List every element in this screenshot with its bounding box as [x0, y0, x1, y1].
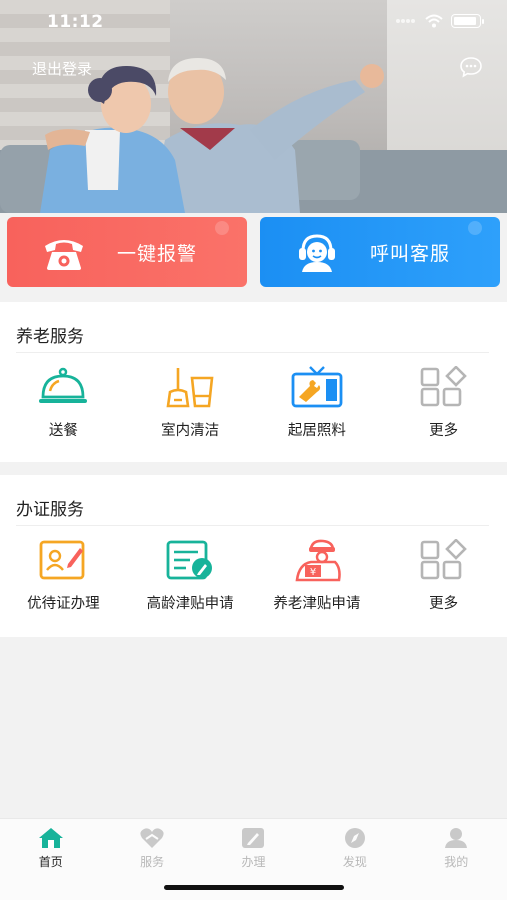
service-item-label: 更多	[429, 596, 459, 612]
status-time: 11:12	[47, 12, 104, 32]
service-item-label: 室内清洁	[161, 423, 220, 439]
logout-button[interactable]: 退出登录	[32, 58, 92, 79]
call-service-label: 呼叫客服	[370, 242, 451, 265]
home-icon	[38, 828, 63, 848]
form-edit-icon	[166, 540, 213, 580]
service-item-label: 起居照料	[287, 423, 346, 439]
cleaning-icon	[166, 368, 214, 408]
call-service-button[interactable]: 呼叫客服	[260, 217, 500, 287]
one-key-alarm-label: 一键报警	[117, 242, 198, 265]
more-grid-icon	[420, 539, 467, 580]
service-item-more[interactable]: 更多	[380, 364, 507, 440]
app-screen: 11:12 退出登录 一键报警 呼叫客服 养老服务 送餐 室内清洁 起居照料 更…	[0, 0, 507, 900]
service-item-label: 优待证办理	[27, 596, 100, 612]
service-grid: 送餐 室内清洁 起居照料 更多	[0, 364, 507, 440]
wifi-icon	[425, 14, 443, 28]
service-item-cleaning[interactable]: 室内清洁	[127, 364, 254, 440]
section-title: 办证服务	[16, 500, 84, 520]
allowance-icon: ¥	[295, 539, 341, 582]
battery-icon	[451, 14, 484, 28]
certificate-grid: 优待证办理 高龄津贴申请 ¥ 养老津贴申请 更多	[0, 537, 507, 613]
section-title: 养老服务	[16, 327, 84, 347]
customer-service-icon	[299, 234, 335, 272]
service-item-pension-allowance[interactable]: ¥ 养老津贴申请	[254, 537, 381, 613]
tab-label: 发现	[342, 855, 367, 869]
more-grid-icon	[420, 366, 467, 407]
service-item-daily-care[interactable]: 起居照料	[254, 364, 381, 440]
user-icon	[445, 828, 468, 848]
certificate-services-card: 办证服务 优待证办理 高龄津贴申请 ¥ 养老津贴申请 更多	[0, 475, 507, 637]
one-key-alarm-button[interactable]: 一键报警	[7, 217, 247, 287]
tv-care-icon	[291, 366, 343, 408]
service-item-label: 高龄津贴申请	[146, 596, 234, 612]
tab-label: 首页	[38, 855, 63, 869]
id-card-icon	[39, 540, 85, 580]
service-item-label: 送餐	[48, 423, 78, 439]
message-icon[interactable]	[459, 55, 483, 79]
svg-text:¥: ¥	[310, 567, 316, 578]
tab-home[interactable]: 首页	[0, 819, 101, 900]
tab-label: 办理	[241, 855, 266, 869]
edit-icon	[242, 828, 265, 848]
service-item-senior-allowance[interactable]: 高龄津贴申请	[127, 537, 254, 613]
service-item-preferential-card[interactable]: 优待证办理	[0, 537, 127, 613]
food-cloche-icon	[39, 367, 88, 403]
tab-mine[interactable]: 我的	[406, 819, 507, 900]
elderly-services-card: 养老服务 送餐 室内清洁 起居照料 更多	[0, 302, 507, 462]
service-item-label: 更多	[429, 423, 459, 439]
tab-label: 服务	[140, 855, 165, 869]
heart-hands-icon	[140, 828, 164, 848]
service-item-more[interactable]: 更多	[380, 537, 507, 613]
tab-label: 我的	[444, 855, 469, 869]
hero-banner: 11:12 退出登录	[0, 0, 507, 213]
home-indicator	[164, 885, 344, 890]
status-indicators	[395, 14, 484, 28]
service-item-label: 养老津贴申请	[273, 596, 361, 612]
telephone-icon	[45, 240, 83, 270]
service-item-meal-delivery[interactable]: 送餐	[0, 364, 127, 440]
compass-icon	[344, 828, 365, 848]
cellular-signal-icon	[396, 19, 415, 23]
